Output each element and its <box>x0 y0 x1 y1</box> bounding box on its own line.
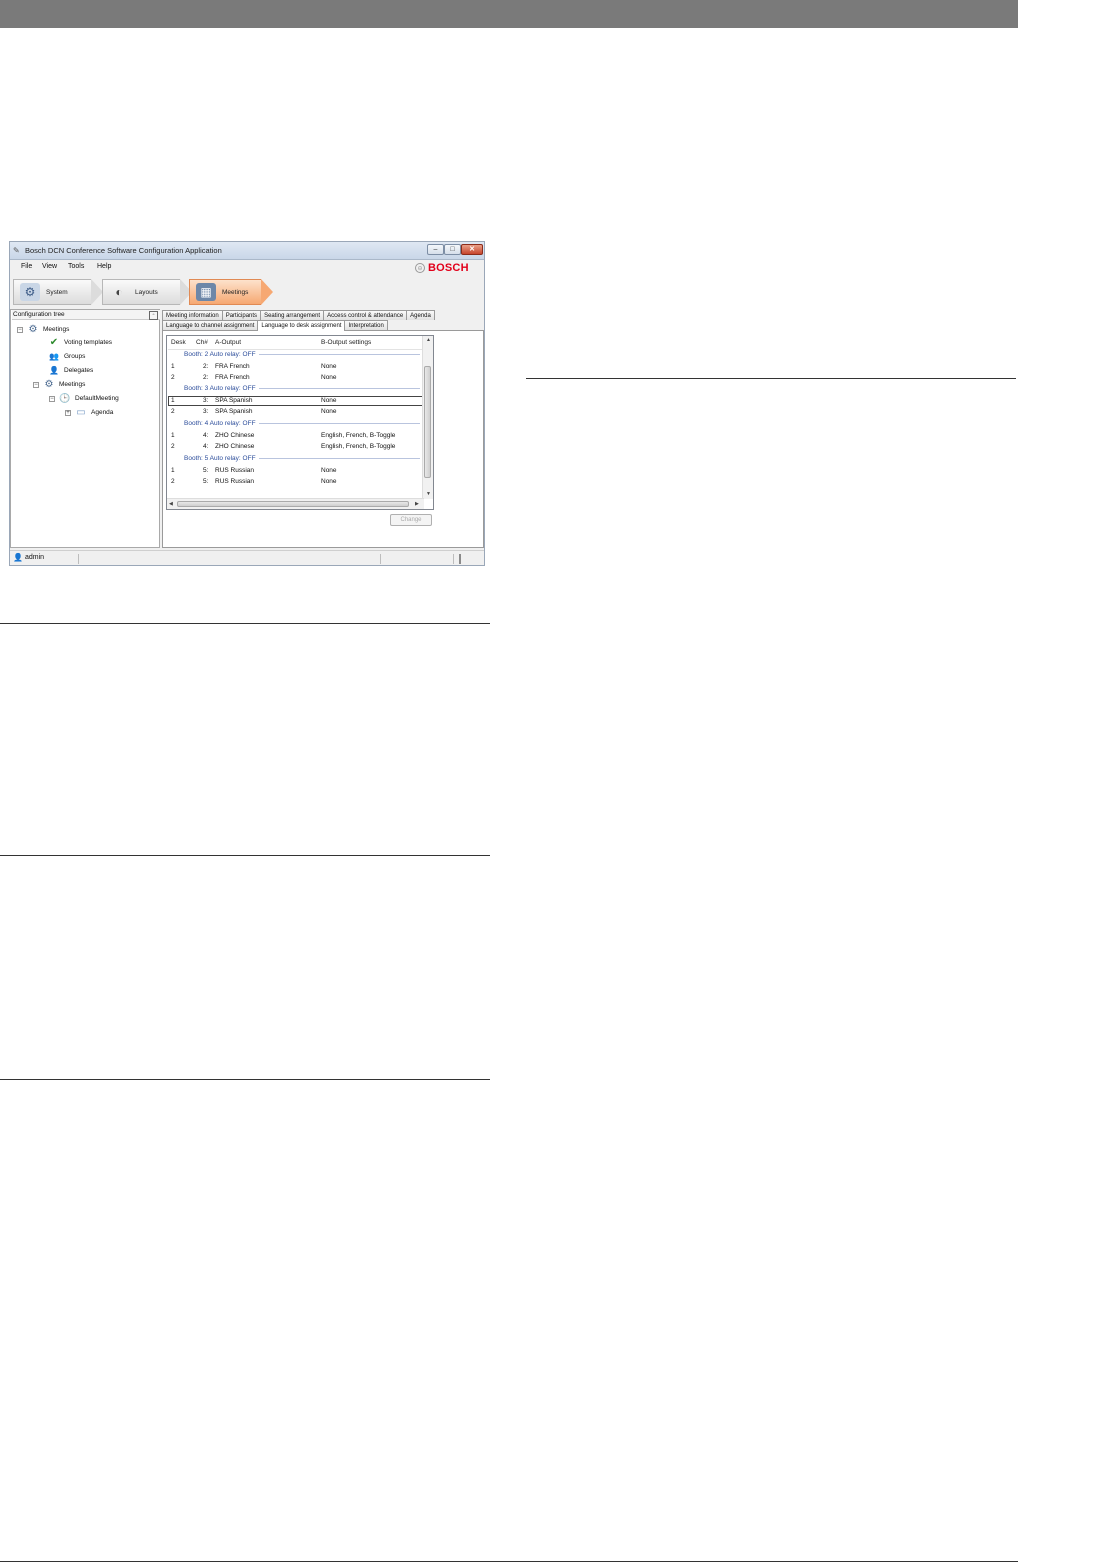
horizontal-scrollbar[interactable]: ◀ ▶ <box>167 498 424 509</box>
collapse-icon[interactable]: − <box>17 326 23 333</box>
tab-access-control[interactable]: Access control & attendance <box>323 310 408 320</box>
tab-language-to-desk[interactable]: Language to desk assignment <box>257 320 346 331</box>
collapse-icon[interactable]: − <box>49 395 55 402</box>
change-button[interactable]: Change <box>390 514 432 526</box>
tab-row-2: Language to channel assignment Language … <box>162 320 388 331</box>
section-divider <box>0 623 490 624</box>
tab-row-1: Meeting information Participants Seating… <box>162 310 435 320</box>
tree-item-default-meeting[interactable]: − 🕒 DefaultMeeting <box>49 392 119 405</box>
tab-panel: Desk Ch# A-Output B-Output settings Boot… <box>162 330 484 548</box>
scroll-left-icon[interactable]: ◀ <box>169 501 173 507</box>
desk-assignment-list: Desk Ch# A-Output B-Output settings Boot… <box>166 335 434 510</box>
collapse-icon[interactable]: − <box>33 381 39 388</box>
table-row[interactable]: 2 5: RUS Russian None <box>168 477 423 487</box>
menu-bar: File View Tools Help <box>10 260 484 274</box>
nav-layouts[interactable]: ◐ Layouts <box>102 279 192 305</box>
tree-item-groups[interactable]: 👥 Groups <box>47 350 85 363</box>
section-divider <box>0 855 490 856</box>
page-header-bar <box>0 0 1018 28</box>
maximize-button[interactable]: □ <box>444 244 461 255</box>
section-divider <box>526 378 1016 379</box>
configuration-tree: Configuration tree ▫ − ⚙ Meetings ✔ Voti… <box>10 309 160 548</box>
tree-item-meetings-root[interactable]: − ⚙ Meetings <box>17 323 69 336</box>
groups-icon: 👥 <box>49 352 59 361</box>
section-divider <box>0 1079 490 1080</box>
voting-templates-icon: ✔ <box>49 337 59 348</box>
table-row[interactable]: 1 4: ZHO Chinese English, French, B-Togg… <box>168 431 423 441</box>
column-desk[interactable]: Desk <box>171 339 186 346</box>
tab-language-to-channel[interactable]: Language to channel assignment <box>162 320 259 330</box>
column-b-output[interactable]: B-Output settings <box>321 339 371 346</box>
table-row[interactable]: 1 2: FRA French None <box>168 362 423 372</box>
pane-close-icon[interactable]: ▫ <box>149 311 158 320</box>
table-row[interactable]: 2 4: ZHO Chinese English, French, B-Togg… <box>168 442 423 452</box>
column-a-output[interactable]: A-Output <box>215 339 241 346</box>
scroll-right-icon[interactable]: ▶ <box>415 501 419 507</box>
expand-icon[interactable]: + <box>65 409 71 416</box>
menu-view[interactable]: View <box>42 263 57 270</box>
app-window: ✎ Bosch DCN Conference Software Configur… <box>9 241 485 566</box>
table-row[interactable]: 1 5: RUS Russian None <box>168 466 423 476</box>
app-icon: ✎ <box>13 246 20 255</box>
tree-item-voting-templates[interactable]: ✔ Voting templates <box>47 336 112 349</box>
tab-agenda[interactable]: Agenda <box>406 310 435 320</box>
status-user: 👤 admin <box>13 553 45 562</box>
bosch-armature-icon: ⊖ <box>415 263 425 273</box>
status-bar: 👤 admin <box>10 550 484 565</box>
delegates-icon: 👤 <box>49 366 59 375</box>
tree-item-delegates[interactable]: 👤 Delegates <box>47 364 93 377</box>
tab-participants[interactable]: Participants <box>221 310 262 320</box>
window-title: Bosch DCN Conference Software Configurat… <box>25 246 222 255</box>
nav-breadcrumb: ⚙ System ◐ Layouts ▦ Meetings <box>10 276 484 308</box>
menu-file[interactable]: File <box>21 263 32 270</box>
table-row[interactable]: 2 3: SPA Spanish None <box>168 407 423 417</box>
meetings-icon: ⚙ <box>44 379 54 390</box>
bosch-logo: ⊖ BOSCH <box>415 261 469 275</box>
tab-interpretation[interactable]: Interpretation <box>344 320 388 330</box>
tree-item-meetings[interactable]: − ⚙ Meetings <box>33 378 85 391</box>
user-icon: 👤 <box>13 553 23 562</box>
scroll-up-icon[interactable]: ▲ <box>426 337 431 343</box>
meeting-clock-icon: 🕒 <box>59 393 71 403</box>
menu-tools[interactable]: Tools <box>68 263 84 270</box>
menu-help[interactable]: Help <box>97 263 111 270</box>
meetings-icon: ▦ <box>196 283 216 301</box>
meetings-icon: ⚙ <box>28 324 38 335</box>
group-header: Booth: 5 Auto relay: OFF <box>184 455 420 462</box>
close-button[interactable]: ✕ <box>461 244 483 255</box>
table-row[interactable]: 2 2: FRA French None <box>168 373 423 383</box>
scroll-down-icon[interactable]: ▼ <box>426 491 431 497</box>
column-channel[interactable]: Ch# <box>196 339 208 346</box>
nav-meetings[interactable]: ▦ Meetings <box>189 279 273 305</box>
minimize-button[interactable]: – <box>427 244 444 255</box>
tab-meeting-information[interactable]: Meeting information <box>162 310 223 320</box>
title-bar: ✎ Bosch DCN Conference Software Configur… <box>10 242 484 260</box>
layouts-icon: ◐ <box>115 285 123 299</box>
group-header: Booth: 2 Auto relay: OFF <box>184 351 420 358</box>
agenda-icon: ▭ <box>76 407 86 418</box>
vertical-scroll-thumb[interactable] <box>424 366 431 478</box>
group-header: Booth: 4 Auto relay: OFF <box>184 420 420 427</box>
resize-grip-icon[interactable] <box>459 554 461 564</box>
nav-system[interactable]: ⚙ System <box>13 279 103 305</box>
meeting-details: Meeting information Participants Seating… <box>162 309 484 548</box>
horizontal-scroll-thumb[interactable] <box>177 501 409 507</box>
tree-item-agenda[interactable]: + ▭ Agenda <box>65 406 113 419</box>
tab-seating-arrangement[interactable]: Seating arrangement <box>260 310 325 320</box>
system-icon: ⚙ <box>20 283 40 301</box>
tree-header: Configuration tree ▫ <box>12 310 160 320</box>
table-row-selected[interactable]: 1 3: SPA Spanish None <box>168 396 423 406</box>
vertical-scrollbar[interactable]: ▲ ▼ <box>422 336 433 499</box>
group-header: Booth: 3 Auto relay: OFF <box>184 385 420 392</box>
